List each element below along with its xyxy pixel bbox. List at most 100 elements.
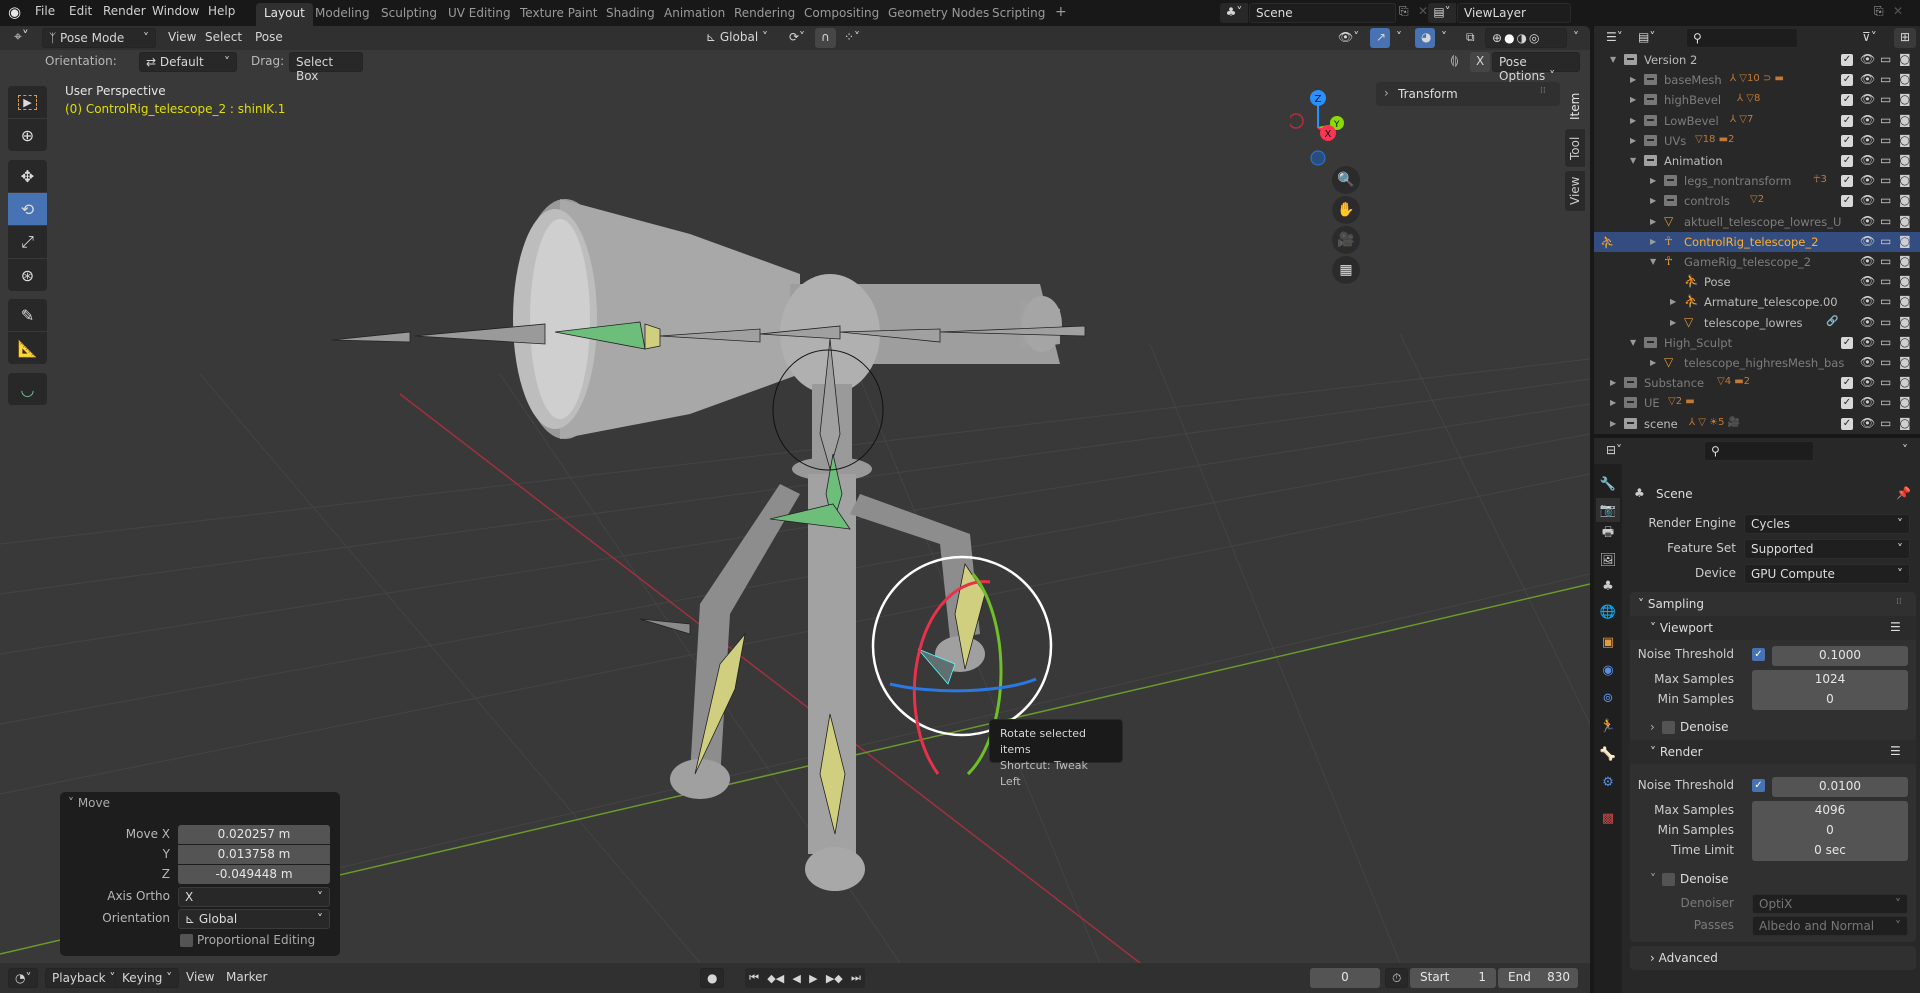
outliner-row[interactable]: ⛹ Pose 👁 ▭ ◙	[1594, 272, 1920, 292]
render-camera-icon[interactable]: ◙	[1899, 72, 1911, 86]
tab-texture-paint[interactable]: Texture Paint	[512, 3, 605, 26]
render-camera-icon[interactable]: ◙	[1899, 395, 1911, 409]
menu-view[interactable]: View	[162, 28, 202, 48]
sidebar-tab-view[interactable]: View	[1564, 170, 1586, 212]
monitor-icon[interactable]: ▭	[1880, 355, 1891, 369]
menu-pose[interactable]: Pose	[249, 28, 289, 48]
child-count-badges[interactable]: ▽2 ▬	[1668, 396, 1695, 407]
snap-options-dropdown[interactable]: ⁘˅	[838, 28, 866, 48]
monitor-icon[interactable]: ▭	[1880, 173, 1891, 187]
tab-scripting[interactable]: Scripting	[984, 3, 1053, 26]
tool-scale[interactable]: ⤢	[8, 226, 47, 258]
child-count-badges[interactable]: ☥3	[1813, 174, 1827, 185]
expand-arrow-icon[interactable]: ▶	[1650, 358, 1656, 367]
wireframe-shading-icon[interactable]: ⊕	[1492, 31, 1504, 45]
outliner-row[interactable]: ▶ controls ▽2 ✓ 👁 ▭ ◙	[1594, 191, 1920, 211]
exclude-checkbox[interactable]: ✓	[1841, 155, 1853, 167]
pan-view-button[interactable]: ✋	[1332, 196, 1360, 224]
collapse-arrow-icon[interactable]: ▼	[1650, 257, 1656, 266]
add-workspace-button[interactable]: +	[1047, 1, 1075, 24]
tab-layout[interactable]: Layout	[256, 3, 313, 26]
camera-view-button[interactable]: 🎥	[1332, 226, 1360, 254]
monitor-icon[interactable]: ▭	[1880, 274, 1891, 288]
advanced-panel-header[interactable]: › Advanced	[1630, 946, 1916, 970]
monitor-icon[interactable]: ▭	[1880, 294, 1891, 308]
mirror-x-toggle[interactable]: X	[1470, 52, 1491, 72]
monitor-icon[interactable]: ▭	[1880, 72, 1891, 86]
expand-arrow-icon[interactable]: ▶	[1630, 116, 1636, 125]
tab-tool[interactable]: 🔧	[1596, 472, 1620, 496]
collapse-arrow-icon[interactable]: ▼	[1630, 338, 1636, 347]
tab-shading[interactable]: Shading	[598, 3, 663, 26]
presets-icon[interactable]: ☰	[1890, 744, 1901, 758]
tab-scene[interactable]: ♣	[1596, 574, 1620, 598]
eye-icon[interactable]: 👁	[1860, 153, 1875, 167]
outliner-row[interactable]: ▶ ▽ telescope_lowres 🔗 👁 ▭ ◙	[1594, 313, 1920, 333]
eye-icon[interactable]: 👁	[1860, 52, 1875, 66]
expand-arrow-icon[interactable]: ▶	[1610, 398, 1616, 407]
child-count-badges[interactable]: ⅄ ▽8	[1737, 93, 1760, 104]
exclude-checkbox[interactable]: ✓	[1841, 397, 1853, 410]
transform-panel-header[interactable]: › Transform ⁞⁞	[1376, 82, 1560, 106]
pose-options-dropdown[interactable]: Pose Options ˅	[1492, 52, 1580, 83]
child-count-badges[interactable]: 🔗	[1826, 316, 1838, 327]
axis-ortho-dropdown[interactable]: X ˅	[178, 887, 330, 907]
eye-icon[interactable]: 👁	[1860, 375, 1875, 389]
viewport-subpanel-header[interactable]: ˅ Viewport ☰	[1630, 616, 1916, 640]
ortho-toggle-button[interactable]: ▦	[1332, 256, 1360, 284]
tab-modeling[interactable]: Modeling	[307, 3, 378, 26]
proportional-editing-checkbox[interactable]	[180, 934, 193, 947]
menu-window[interactable]: Window	[152, 4, 199, 18]
render-subpanel-header[interactable]: ˅ Render ☰	[1630, 740, 1916, 764]
tab-constraints[interactable]: ⊚	[1596, 686, 1620, 710]
monitor-icon[interactable]: ▭	[1880, 113, 1891, 127]
tab-texture[interactable]: ▩	[1596, 806, 1620, 830]
menu-select[interactable]: Select	[199, 28, 248, 48]
exclude-checkbox[interactable]: ✓	[1841, 54, 1853, 66]
outliner-row[interactable]: ▶ ☥ ControlRig_telescope_2 👁 ▭ ◙	[1594, 231, 1920, 252]
tab-compositing[interactable]: Compositing	[796, 3, 887, 26]
tab-rendering[interactable]: Rendering	[726, 3, 803, 26]
monitor-icon[interactable]: ▭	[1880, 153, 1891, 167]
monitor-icon[interactable]: ▭	[1880, 335, 1891, 349]
presets-icon[interactable]: ☰	[1890, 620, 1901, 634]
passes-dropdown[interactable]: Albedo and Normal ˅	[1752, 916, 1908, 936]
render-camera-icon[interactable]: ◙	[1899, 315, 1911, 329]
properties-editor-type[interactable]: ⊟˅	[1600, 441, 1628, 461]
monitor-icon[interactable]: ▭	[1880, 214, 1891, 228]
tab-sculpting[interactable]: Sculpting	[373, 3, 445, 26]
drag-handle-icon[interactable]: ⁞⁞	[1896, 597, 1902, 607]
expand-arrow-icon[interactable]: ▶	[1630, 95, 1636, 104]
play-reverse-icon[interactable]: ◀	[792, 972, 800, 985]
navigation-gizmo[interactable]: Z Y X	[1288, 86, 1360, 166]
outliner-row[interactable]: ▼ ☥ GameRig_telescope_2 👁 ▭ ◙	[1594, 252, 1920, 272]
orientation-setting-dropdown[interactable]: ⇄ Default ˅	[139, 52, 237, 72]
solid-shading-icon[interactable]: ●	[1504, 31, 1516, 45]
tool-move[interactable]: ✥	[8, 160, 47, 192]
render-camera-icon[interactable]: ◙	[1899, 193, 1911, 207]
tool-cursor[interactable]: ⊕	[8, 119, 47, 151]
monitor-icon[interactable]: ▭	[1880, 254, 1891, 268]
sidebar-tab-tool[interactable]: Tool	[1564, 128, 1586, 168]
denoiser-dropdown[interactable]: OptiX ˅	[1752, 894, 1908, 914]
eye-icon[interactable]: 👁	[1860, 234, 1875, 248]
child-count-badges[interactable]: ⅄ ▽ ☀5 🎥	[1689, 417, 1740, 428]
outliner-row[interactable]: ▶ scene ⅄ ▽ ☀5 🎥 ✓ 👁 ▭ ◙	[1594, 414, 1920, 434]
render-camera-icon[interactable]: ◙	[1899, 335, 1911, 349]
gizmo-toggle[interactable]: ↗	[1370, 28, 1390, 48]
gizmo-dropdown[interactable]: ˅	[1390, 28, 1408, 48]
tool-rotate[interactable]: ⟲	[8, 193, 47, 225]
xray-toggle[interactable]: ⧉	[1460, 28, 1481, 48]
render-denoise-checkbox[interactable]	[1662, 873, 1675, 886]
playback-dropdown[interactable]: Playback ˅	[45, 968, 123, 988]
menu-help[interactable]: Help	[208, 4, 235, 18]
overlay-dropdown[interactable]: ˅	[1435, 28, 1453, 48]
material-shading-icon[interactable]: ◑	[1517, 31, 1529, 45]
filter-dropdown[interactable]: ⊽˅	[1856, 28, 1883, 48]
render-min-samples-field[interactable]: 0	[1752, 821, 1908, 841]
outliner-row[interactable]: ▶ UE ▽2 ▬ ✓ 👁 ▭ ◙	[1594, 393, 1920, 413]
zoom-view-button[interactable]: 🔍	[1332, 166, 1360, 194]
expand-arrow-icon[interactable]: ▶	[1610, 419, 1616, 428]
render-camera-icon[interactable]: ◙	[1899, 113, 1911, 127]
expand-arrow-icon[interactable]: ▶	[1650, 237, 1656, 246]
